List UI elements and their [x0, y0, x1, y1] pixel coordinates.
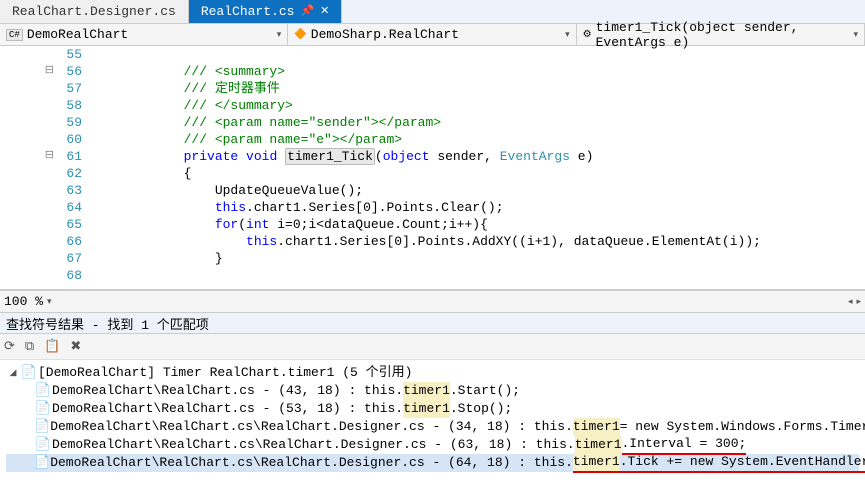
tab-active[interactable]: RealChart.cs 📌 ✕	[189, 0, 343, 23]
code-line: /// <param name="sender"></param>	[90, 114, 865, 131]
find-results-tree: ◢ 📄 [DemoRealChart] Timer RealChart.time…	[0, 360, 865, 476]
csharp-icon: C#	[6, 29, 23, 41]
class-icon: 🔶	[294, 29, 306, 41]
method-dropdown[interactable]: ⚙ timer1_Tick(object sender, EventArgs e…	[577, 24, 865, 45]
chevron-down-icon: ▾	[565, 30, 570, 40]
zoom-value[interactable]: 100 %	[4, 294, 43, 309]
find-results-title: 查找符号结果 - 找到 1 个匹配项	[0, 312, 865, 334]
close-icon[interactable]: ✕	[320, 4, 329, 18]
nav-left-icon[interactable]: ◂	[848, 297, 853, 307]
file-icon: 📄	[34, 382, 52, 400]
nav-bar: C# DemoRealChart ▾ 🔶 DemoSharp.RealChart…	[0, 24, 865, 46]
file-icon: 📄	[34, 454, 50, 472]
code-line: }	[90, 250, 865, 267]
file-icon: 📄	[34, 400, 52, 418]
line-numbers: 55 56 57 58 59 60 61 62 63 64 65 66 67 6…	[60, 46, 86, 289]
copy-icon[interactable]: 📋	[44, 339, 60, 354]
file-icon: 📄	[34, 436, 52, 454]
code-line: /// <summary>	[90, 63, 865, 80]
chevron-down-icon[interactable]: ▾	[47, 297, 52, 307]
chevron-down-icon: ▾	[853, 30, 858, 40]
chevron-down-icon: ▾	[277, 30, 282, 40]
code-editor[interactable]: ⊟ ⊟ 55 56 57 58 59 60 61 62 63 64 65 66 …	[0, 46, 865, 290]
result-item[interactable]: 📄 DemoRealChart\RealChart.cs - (53, 18) …	[6, 400, 859, 418]
outline-column: ⊟ ⊟	[0, 46, 60, 289]
panel-title-label: 查找符号结果 - 找到 1 个匹配项	[6, 314, 209, 333]
result-item[interactable]: 📄 DemoRealChart\RealChart.cs - (43, 18) …	[6, 382, 859, 400]
result-item[interactable]: 📄 DemoRealChart\RealChart.cs\RealChart.D…	[6, 418, 859, 436]
code-line: /// <param name="e"></param>	[90, 131, 865, 148]
code-line: {	[90, 165, 865, 182]
code-line: this.chart1.Series[0].Points.Clear();	[90, 199, 865, 216]
result-root[interactable]: ◢ 📄 [DemoRealChart] Timer RealChart.time…	[6, 364, 859, 382]
code-body[interactable]: /// <summary> /// 定时器事件 /// </summary> /…	[86, 46, 865, 289]
result-root-label: [DemoRealChart] Timer RealChart.timer1 (…	[38, 364, 412, 382]
scope-dropdown[interactable]: C# DemoRealChart ▾	[0, 24, 288, 45]
nav-right-icon[interactable]: ▸	[856, 297, 861, 307]
find-results-toolbar: ⟳ ⧉ 📋 ✖	[0, 334, 865, 360]
symbol-icon: 📄	[20, 364, 38, 382]
zoom-bar: 100 % ▾ ◂ ▸	[0, 290, 865, 312]
class-label: DemoSharp.RealChart	[311, 27, 459, 42]
code-line: for(int i=0;i<dataQueue.Count;i++){	[90, 216, 865, 233]
code-line: /// </summary>	[90, 97, 865, 114]
result-item-selected[interactable]: 📄 DemoRealChart\RealChart.cs\RealChart.D…	[6, 454, 859, 472]
code-line: /// 定时器事件	[90, 80, 865, 97]
tree-icon[interactable]: ⧉	[25, 339, 34, 354]
tab-label: RealChart.Designer.cs	[12, 4, 176, 19]
tab-label: RealChart.cs	[201, 4, 295, 19]
code-line: this.chart1.Series[0].Points.AddXY((i+1)…	[90, 233, 865, 250]
refresh-icon[interactable]: ⟳	[4, 339, 15, 354]
tab-designer[interactable]: RealChart.Designer.cs	[0, 0, 189, 23]
pin-icon[interactable]: 📌	[300, 4, 314, 18]
scope-label: DemoRealChart	[27, 27, 128, 42]
code-line: UpdateQueueValue();	[90, 182, 865, 199]
collapse-icon[interactable]: ◢	[6, 364, 20, 382]
method-label: timer1_Tick(object sender, EventArgs e)	[596, 20, 850, 50]
code-line: private void timer1_Tick(object sender, …	[90, 148, 865, 165]
result-item[interactable]: 📄 DemoRealChart\RealChart.cs\RealChart.D…	[6, 436, 859, 454]
method-icon: ⚙	[583, 29, 592, 41]
class-dropdown[interactable]: 🔶 DemoSharp.RealChart ▾	[288, 24, 576, 45]
file-icon: 📄	[34, 418, 50, 436]
clear-icon[interactable]: ✖	[70, 339, 81, 354]
